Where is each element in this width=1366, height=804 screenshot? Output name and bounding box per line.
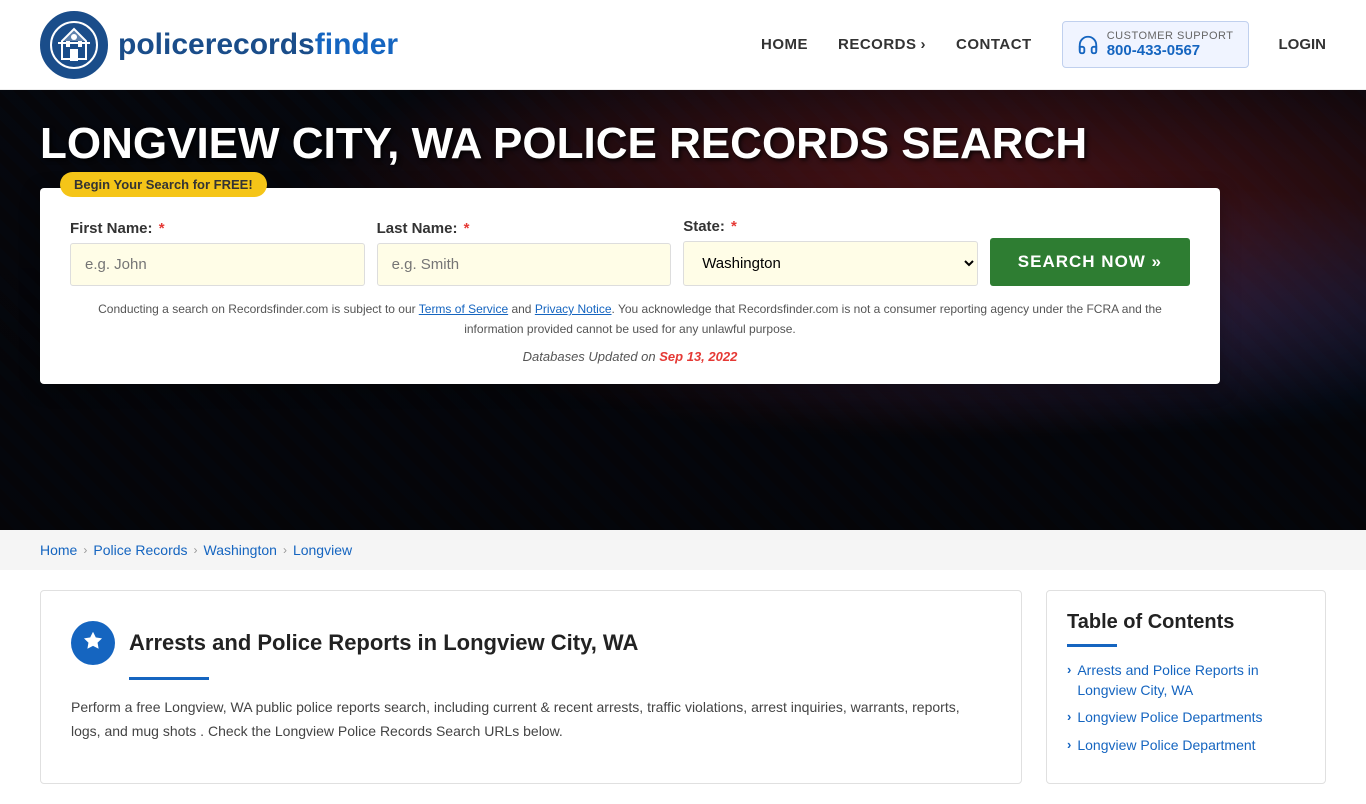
state-select[interactable]: Washington Alabama Alaska Arizona Califo… [683, 241, 978, 286]
main-nav: HOME RECORDS › CONTACT CUSTOMER SUPPORT … [761, 21, 1326, 68]
last-name-input[interactable] [377, 243, 672, 286]
logo-icon [40, 11, 108, 79]
badge-icon [71, 621, 115, 665]
logo-area: policerecordsfinder [40, 11, 398, 79]
support-text: CUSTOMER SUPPORT 800-433-0567 [1107, 30, 1234, 59]
toc-chevron-1: › [1067, 662, 1071, 677]
last-name-label: Last Name: * [377, 220, 672, 237]
first-name-group: First Name: * [70, 220, 365, 286]
last-name-group: Last Name: * [377, 220, 672, 286]
tos-link[interactable]: Terms of Service [419, 302, 508, 316]
db-updated-text: Databases Updated on [523, 349, 656, 364]
search-button[interactable]: SEARCH NOW » [990, 238, 1190, 286]
chevron-down-icon: › [921, 36, 927, 53]
breadcrumb-police-records[interactable]: Police Records [93, 542, 187, 558]
breadcrumb-sep-2: › [194, 543, 198, 557]
toc-item-3: › Longview Police Department [1067, 736, 1305, 756]
headphone-icon [1077, 34, 1099, 56]
search-box: Begin Your Search for FREE! First Name: … [40, 188, 1220, 383]
hero-section: LONGVIEW CITY, WA POLICE RECORDS SEARCH … [0, 90, 1366, 530]
db-updated: Databases Updated on Sep 13, 2022 [70, 349, 1190, 364]
toc-chevron-3: › [1067, 737, 1071, 752]
section-title-row: Arrests and Police Reports in Longview C… [71, 621, 991, 665]
last-name-required: * [464, 220, 470, 237]
site-header: policerecordsfinder HOME RECORDS › CONTA… [0, 0, 1366, 90]
hero-title: LONGVIEW CITY, WA POLICE RECORDS SEARCH [40, 120, 1087, 168]
search-disclaimer: Conducting a search on Recordsfinder.com… [70, 300, 1190, 338]
privacy-link[interactable]: Privacy Notice [535, 302, 612, 316]
logo-text: policerecordsfinder [118, 28, 398, 62]
nav-home[interactable]: HOME [761, 36, 808, 53]
toc-item-2: › Longview Police Departments [1067, 708, 1305, 728]
toc-chevron-2: › [1067, 709, 1071, 724]
free-badge: Begin Your Search for FREE! [60, 172, 267, 197]
section-body: Perform a free Longview, WA public polic… [71, 696, 991, 744]
first-name-required: * [159, 220, 165, 237]
breadcrumb-sep-3: › [283, 543, 287, 557]
state-label: State: * [683, 218, 978, 235]
breadcrumb-sep-1: › [83, 543, 87, 557]
db-updated-date: Sep 13, 2022 [659, 349, 737, 364]
nav-contact[interactable]: CONTACT [956, 36, 1032, 53]
toc-link-1[interactable]: Arrests and Police Reports in Longview C… [1077, 661, 1305, 700]
breadcrumb-state[interactable]: Washington [204, 542, 277, 558]
toc-link-3[interactable]: Longview Police Department [1077, 736, 1255, 756]
nav-login[interactable]: LOGIN [1279, 36, 1327, 53]
content-right: Table of Contents › Arrests and Police R… [1046, 590, 1326, 784]
breadcrumb: Home › Police Records › Washington › Lon… [0, 530, 1366, 570]
toc-title: Table of Contents [1067, 611, 1305, 634]
breadcrumb-city: Longview [293, 542, 352, 558]
search-fields: First Name: * Last Name: * State: * Wa [70, 218, 1190, 286]
section-heading: Arrests and Police Reports in Longview C… [129, 630, 638, 656]
first-name-label: First Name: * [70, 220, 365, 237]
breadcrumb-home[interactable]: Home [40, 542, 77, 558]
nav-records[interactable]: RECORDS › [838, 36, 926, 53]
customer-support-box: CUSTOMER SUPPORT 800-433-0567 [1062, 21, 1249, 68]
toc-link-2[interactable]: Longview Police Departments [1077, 708, 1262, 728]
section-underline [129, 677, 209, 680]
content-left: Arrests and Police Reports in Longview C… [40, 590, 1022, 784]
toc-underline [1067, 644, 1117, 647]
main-content: Arrests and Police Reports in Longview C… [0, 570, 1366, 804]
first-name-input[interactable] [70, 243, 365, 286]
state-required: * [731, 218, 737, 235]
shield-star-icon [82, 632, 104, 654]
state-group: State: * Washington Alabama Alaska Arizo… [683, 218, 978, 286]
toc-item-1: › Arrests and Police Reports in Longview… [1067, 661, 1305, 700]
